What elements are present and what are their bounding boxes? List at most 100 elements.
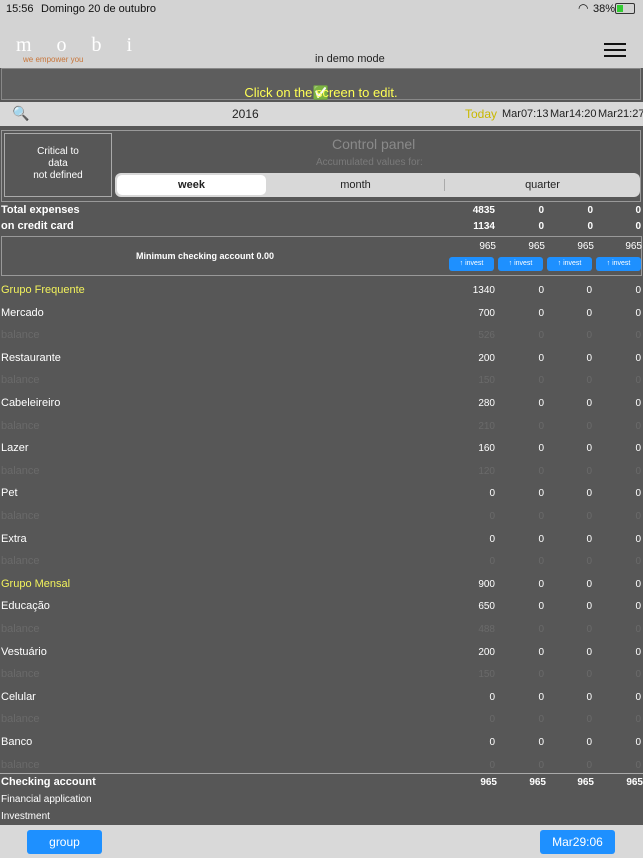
value: 150	[478, 669, 495, 681]
value: 0	[635, 533, 641, 545]
value: 0	[489, 533, 495, 545]
financial-application-label: Financial application	[1, 794, 92, 805]
row-label: Vestuário	[1, 645, 47, 658]
value: 0	[635, 221, 641, 232]
menu-icon[interactable]	[604, 43, 626, 57]
year-label[interactable]: 2016	[232, 107, 259, 121]
balance-label: balance	[1, 374, 40, 387]
row-label: Pet	[1, 487, 18, 500]
row-label: Restaurante	[1, 351, 61, 364]
invest-button[interactable]: ↑ invest	[498, 257, 543, 271]
value: 965	[626, 777, 643, 788]
balance-label: balance	[1, 510, 40, 522]
value: 900	[478, 578, 495, 590]
value: 0	[635, 352, 641, 364]
value: 0	[538, 205, 544, 216]
balance-label: balance	[1, 555, 40, 568]
value: 0	[586, 488, 592, 500]
value: 0	[635, 556, 641, 568]
battery-icon	[615, 3, 635, 14]
balance-label: balance	[1, 758, 40, 771]
value: 0	[586, 556, 592, 568]
group-button[interactable]: group	[27, 830, 102, 854]
value: 0	[538, 398, 544, 409]
minimum-checking-box: Minimum checking account 0.00 965 965 96…	[1, 236, 642, 276]
period-week[interactable]: week	[117, 175, 266, 195]
search-icon[interactable]: 🔍	[12, 105, 29, 122]
value: 0	[538, 330, 544, 342]
value: 0	[586, 601, 592, 613]
value: 0	[586, 714, 592, 726]
period-selector: week month quarter	[115, 173, 640, 197]
critical-line-3: not defined	[33, 170, 83, 181]
value: 0	[489, 691, 495, 703]
date-bar: 🔍 2016 Today Mar07:13 Mar14:20 Mar21:27	[0, 102, 643, 126]
value: 700	[478, 307, 495, 319]
value: 0	[586, 624, 592, 635]
value: 0	[538, 375, 544, 387]
row-label: Cabeleireiro	[1, 397, 61, 409]
footer-bar: group Mar29:06	[0, 825, 643, 858]
value: 0	[489, 488, 495, 500]
value: 200	[478, 646, 495, 658]
divider	[0, 773, 643, 774]
invest-button[interactable]: ↑ invest	[449, 257, 494, 271]
date-column-3[interactable]: Mar21:27	[598, 108, 643, 120]
value: 0	[586, 330, 592, 342]
app-header: m o b i we empower you in demo mode	[0, 18, 643, 68]
balance-label: balance	[1, 419, 40, 432]
value: 150	[478, 375, 495, 387]
value: 0	[538, 465, 544, 477]
today-button[interactable]: Today	[465, 107, 497, 121]
period-quarter[interactable]: quarter	[445, 173, 640, 197]
date-column-2[interactable]: Mar14:20	[550, 108, 596, 120]
value: 0	[586, 285, 592, 296]
status-bar: 15:56 Domingo 20 de outubro ◠ 38%	[0, 0, 643, 18]
value: 1134	[473, 221, 495, 232]
period-month[interactable]: month	[268, 173, 443, 197]
value: 488	[478, 624, 495, 635]
value: 0	[635, 691, 641, 703]
value: 0	[635, 307, 641, 319]
value: 0	[586, 669, 592, 681]
value: 210	[478, 420, 495, 432]
value: 0	[635, 443, 641, 455]
value: 0	[489, 556, 495, 568]
value: 0	[538, 601, 544, 613]
row-label: Mercado	[1, 306, 44, 319]
edit-banner[interactable]: ✅ Click on the screen to edit.	[1, 68, 641, 100]
value: 0	[635, 624, 641, 635]
invest-button[interactable]: ↑ invest	[596, 257, 641, 271]
value: 0	[635, 669, 641, 681]
value: 965	[528, 241, 545, 252]
demo-mode-label: in demo mode	[315, 53, 385, 65]
invest-button[interactable]: ↑ invest	[547, 257, 592, 271]
credit-card-label: on credit card	[1, 220, 74, 232]
battery-level: 38%	[593, 3, 616, 15]
value: 0	[586, 578, 592, 590]
value: 0	[538, 759, 544, 771]
value: 280	[478, 398, 495, 409]
value: 0	[538, 352, 544, 364]
value: 0	[489, 737, 495, 748]
critical-box[interactable]: Critical to data not defined	[4, 133, 112, 197]
value: 526	[478, 330, 495, 342]
value: 0	[635, 205, 641, 216]
critical-line-1: Critical to	[37, 146, 79, 157]
current-date-button[interactable]: Mar29:06	[540, 830, 615, 854]
date-column-1[interactable]: Mar07:13	[502, 108, 548, 120]
value: 965	[479, 241, 496, 252]
value: 0	[586, 737, 592, 748]
value: 0	[635, 737, 641, 748]
checking-account-label: Checking account	[1, 776, 96, 788]
value: 0	[586, 759, 592, 771]
status-date: Domingo 20 de outubro	[41, 3, 156, 15]
value: 0	[586, 307, 592, 319]
value: 0	[538, 488, 544, 500]
balance-label: balance	[1, 668, 40, 681]
value: 0	[586, 443, 592, 455]
value: 0	[635, 330, 641, 342]
value: 1340	[472, 285, 495, 296]
row-label: Banco	[1, 736, 33, 748]
value: 0	[489, 511, 495, 522]
